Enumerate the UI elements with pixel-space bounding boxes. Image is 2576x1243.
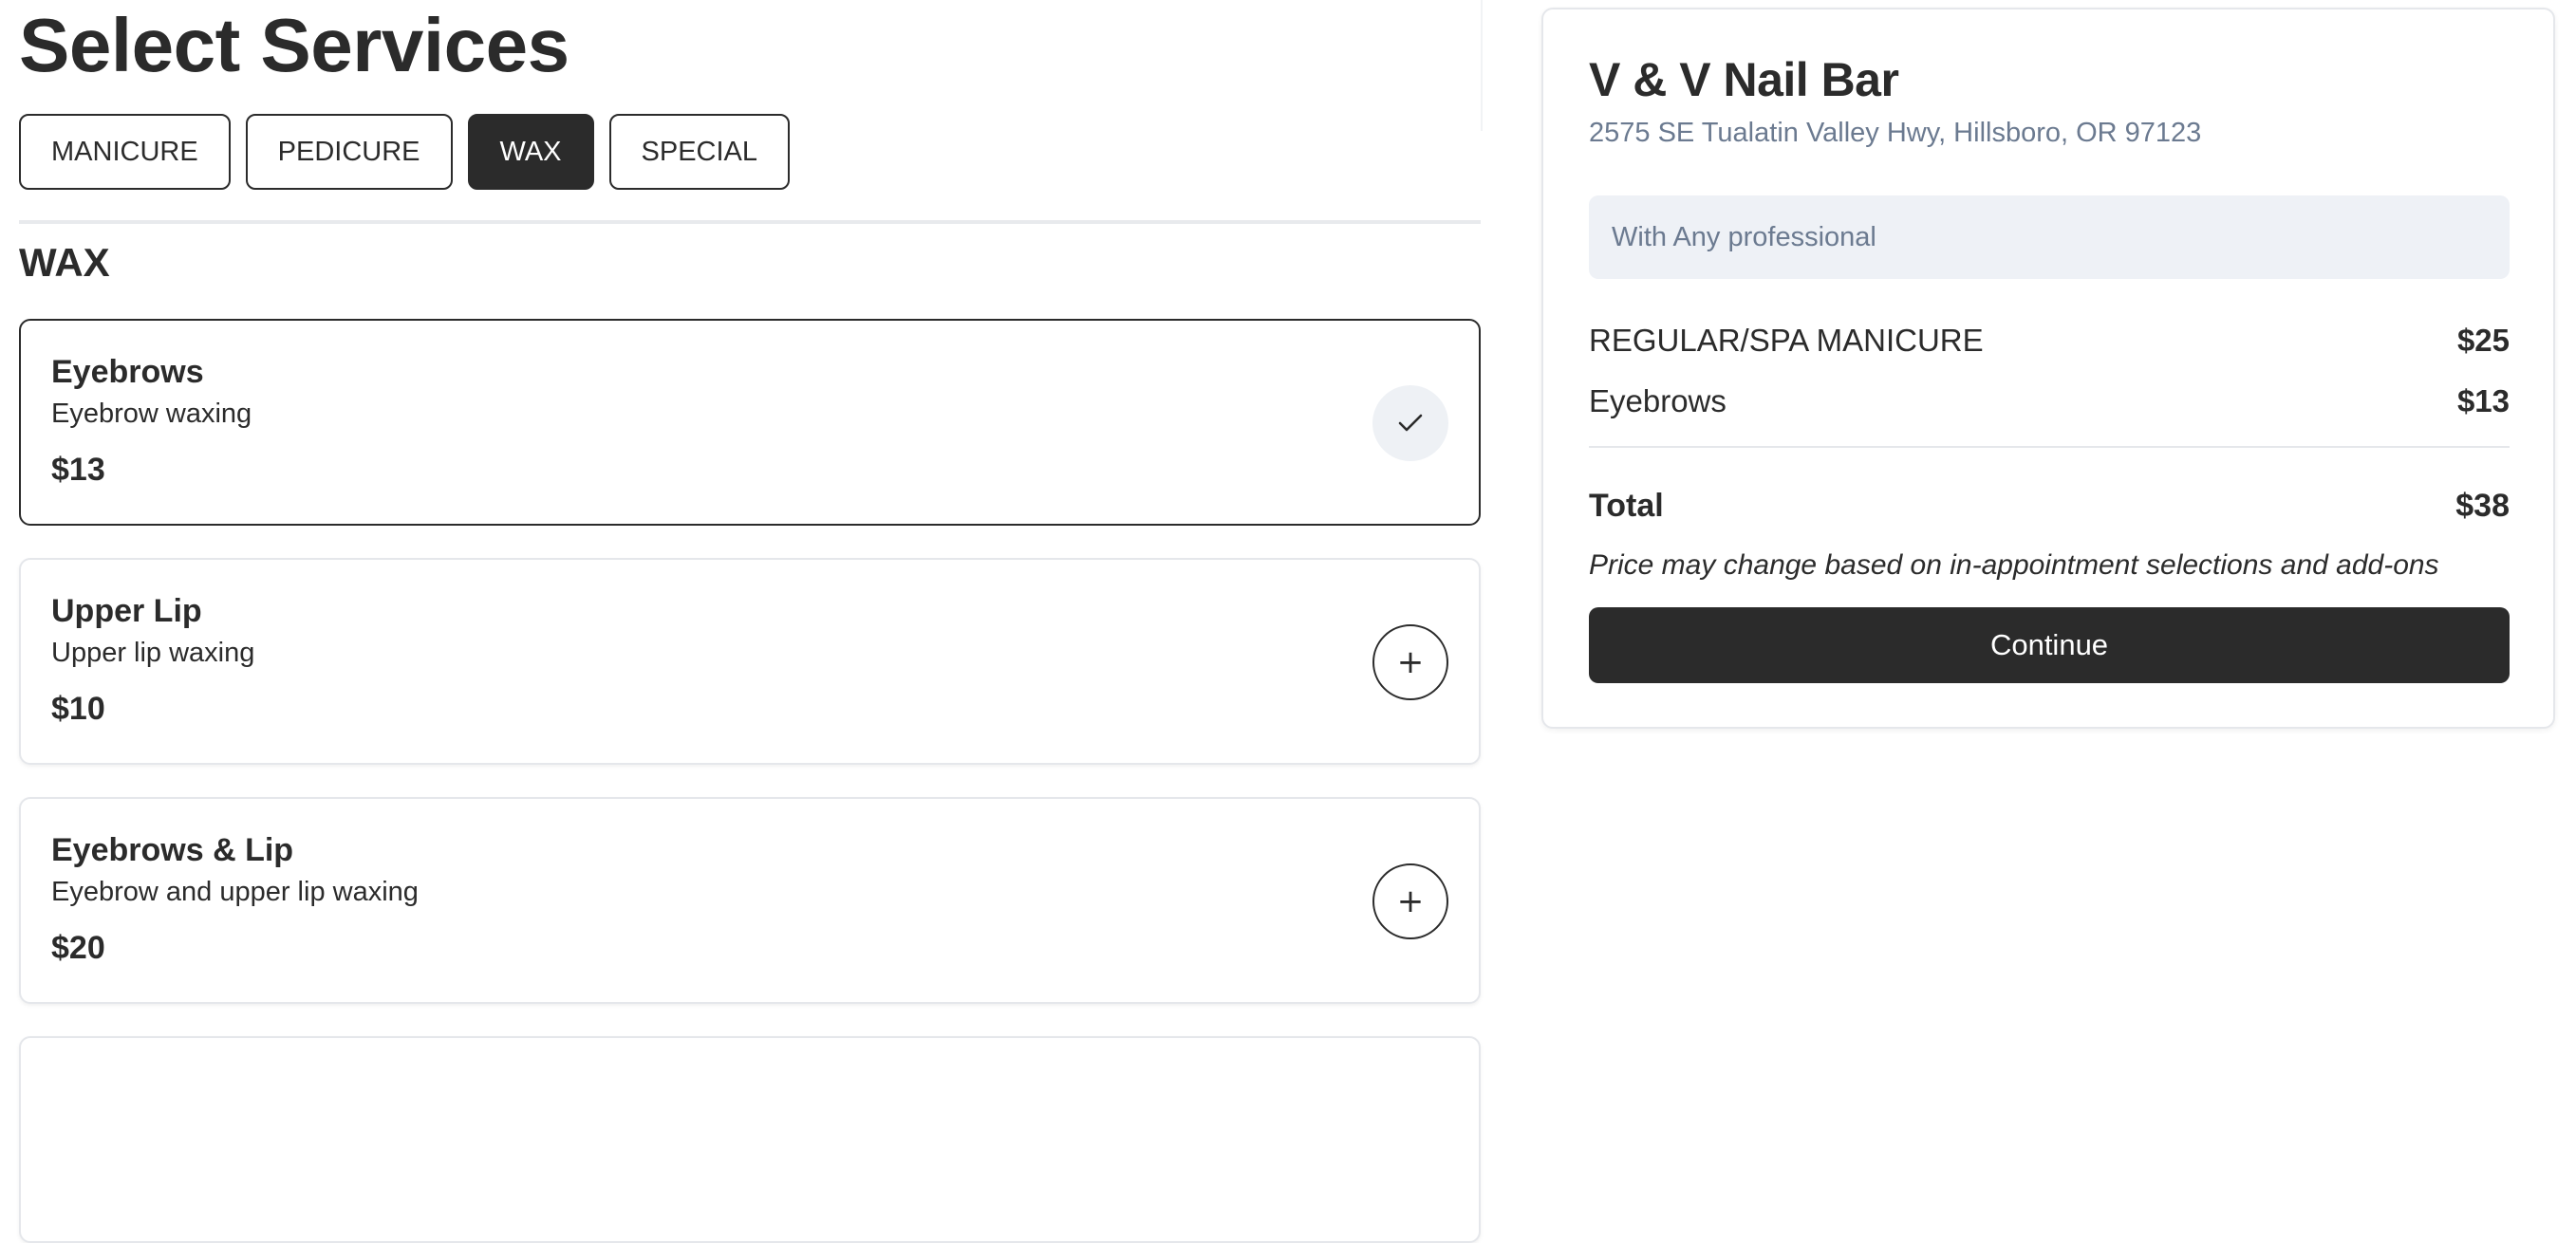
summary-line-item: REGULAR/SPA MANICURE $25 <box>1589 321 2510 361</box>
service-card-eyebrows[interactable]: Eyebrows Eyebrow waxing $13 <box>19 319 1481 526</box>
salon-address: 2575 SE Tualatin Valley Hwy, Hillsboro, … <box>1589 118 2202 148</box>
page-title: Select Services <box>19 3 569 87</box>
service-name: Eyebrows <box>51 354 204 390</box>
line-item-name: REGULAR/SPA MANICURE <box>1589 323 1984 358</box>
tab-special[interactable]: SPECIAL <box>608 114 791 190</box>
professional-selector[interactable]: With Any professional <box>1589 195 2510 279</box>
service-card-next[interactable] <box>19 1036 1481 1243</box>
tab-pedicure[interactable]: PEDICURE <box>245 114 453 190</box>
summary-line-item: Eyebrows $13 <box>1589 381 2510 421</box>
check-icon <box>1398 414 1423 432</box>
tab-manicure[interactable]: MANICURE <box>19 114 231 190</box>
selected-check-button[interactable] <box>1372 385 1448 461</box>
line-item-amount: $13 <box>2456 383 2510 418</box>
service-description: Upper lip waxing <box>51 638 255 668</box>
service-price: $20 <box>51 930 105 966</box>
title-divider <box>1481 0 1483 131</box>
continue-button[interactable]: Continue <box>1589 607 2510 683</box>
line-item-amount: $25 <box>2456 323 2510 358</box>
line-item-name: Eyebrows <box>1589 383 1727 418</box>
service-card-eyebrows-and-lip[interactable]: Eyebrows & Lip Eyebrow and upper lip wax… <box>19 797 1481 1004</box>
category-tabs: MANICURE PEDICURE WAX SPECIAL <box>19 114 791 190</box>
section-divider <box>19 220 1481 224</box>
add-service-button[interactable]: + <box>1372 624 1448 700</box>
price-disclaimer: Price may change based on in-appointment… <box>1589 549 2439 581</box>
service-price: $10 <box>51 691 105 727</box>
total-label: Total <box>1589 488 1664 524</box>
service-card-upper-lip[interactable]: Upper Lip Upper lip waxing $10 + <box>19 558 1481 765</box>
booking-summary-panel: V & V Nail Bar 2575 SE Tualatin Valley H… <box>1541 8 2555 729</box>
tab-wax[interactable]: WAX <box>467 114 594 190</box>
section-heading: WAX <box>19 240 110 285</box>
salon-name: V & V Nail Bar <box>1589 53 1899 106</box>
service-description: Eyebrow and upper lip waxing <box>51 877 419 907</box>
total-amount: $38 <box>2455 488 2510 524</box>
plus-icon: + <box>1396 643 1425 681</box>
service-price: $13 <box>51 452 105 488</box>
summary-divider <box>1589 446 2510 448</box>
plus-icon: + <box>1396 882 1425 920</box>
service-name: Eyebrows & Lip <box>51 832 294 868</box>
total-row: Total $38 <box>1589 486 2510 526</box>
service-description: Eyebrow waxing <box>51 399 252 429</box>
service-name: Upper Lip <box>51 593 202 629</box>
add-service-button[interactable]: + <box>1372 863 1448 939</box>
